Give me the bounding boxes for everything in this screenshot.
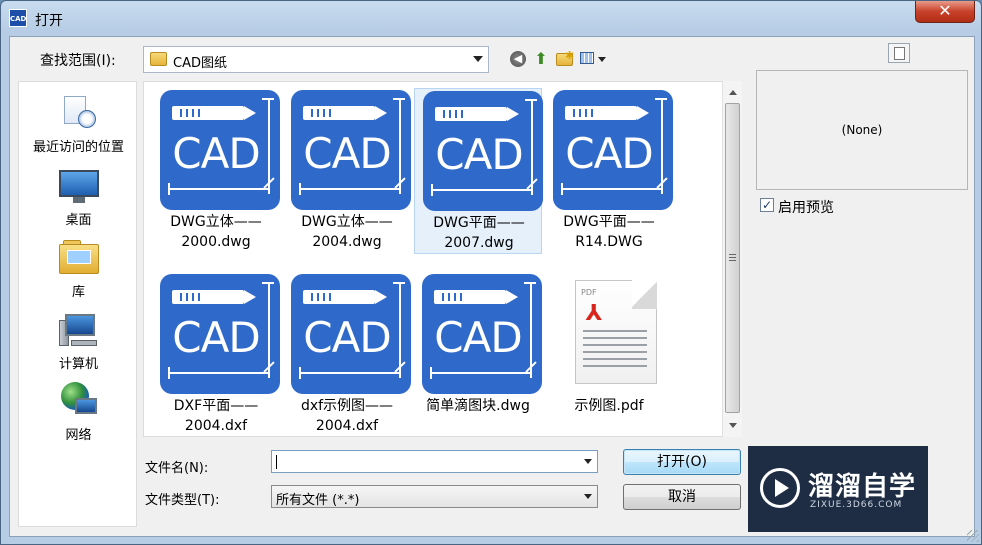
file-name: 简单滴图块.dwg [426, 398, 530, 414]
place-label: 库 [71, 285, 85, 300]
place-label: 最近访问的位置 [32, 140, 124, 155]
title-bar[interactable]: CAD 打开 ✕ [1, 1, 981, 35]
preview-none-text: (None) [841, 123, 883, 137]
look-in-value: CAD图纸 [173, 56, 227, 71]
libraries-icon [58, 240, 99, 276]
file-item[interactable]: CAD dxf示例图—— 2004.dxf [283, 272, 411, 438]
file-list-scrollbar[interactable] [722, 81, 742, 437]
play-logo-icon [760, 468, 800, 508]
watermark-title: 溜溜自学 [808, 472, 917, 502]
look-in-dropdown[interactable]: CAD图纸 [143, 46, 489, 73]
scroll-up-arrow-icon[interactable] [729, 90, 737, 95]
text-caret [276, 455, 277, 469]
file-item[interactable]: CAD DWG平面—— R14.DWG [545, 88, 673, 254]
watermark-logo: 溜溜自学 ZIXUE.3D66.COM [748, 446, 928, 532]
cancel-button[interactable]: 取消 [623, 484, 741, 510]
watermark-subtitle: ZIXUE.3D66.COM [810, 500, 903, 510]
place-label: 网络 [65, 428, 92, 443]
file-name-dropdown-icon[interactable] [584, 459, 592, 464]
view-grid-icon [580, 52, 594, 64]
scroll-thumb[interactable] [725, 103, 740, 413]
scroll-down-arrow-icon[interactable] [729, 423, 737, 428]
checkbox-checked-icon[interactable]: ✓ [760, 198, 774, 212]
place-desktop[interactable]: 桌面 [19, 170, 138, 228]
file-name: DWG立体—— 2004.dwg [301, 214, 393, 250]
file-name: DWG平面—— R14.DWG [563, 214, 655, 250]
preview-icon[interactable] [888, 43, 910, 63]
places-bar: 最近访问的位置 桌面 库 计算机 网络 [18, 81, 137, 527]
pdf-file-icon: PDF ⅄ [575, 280, 657, 384]
file-name: DWG立体—— 2000.dwg [170, 214, 262, 250]
open-button[interactable]: 打开(O) [623, 449, 741, 475]
file-list[interactable]: CAD DWG立体—— 2000.dwg CAD DWG立体—— 2004.dw… [143, 81, 742, 437]
file-name: DXF平面—— 2004.dxf [173, 398, 259, 434]
chevron-down-icon[interactable] [473, 56, 483, 62]
place-recent[interactable]: 最近访问的位置 [19, 96, 138, 155]
file-name: dxf示例图—— 2004.dxf [300, 398, 394, 434]
cad-file-icon: CAD [422, 274, 542, 394]
new-folder-star: ✱ [565, 49, 575, 62]
place-network[interactable]: 网络 [19, 382, 138, 443]
cad-file-icon: CAD [291, 90, 411, 210]
place-label: 桌面 [65, 213, 92, 228]
place-label: 计算机 [58, 357, 98, 372]
file-type-dropdown[interactable]: 所有文件 (*.*) [271, 485, 598, 508]
file-item-selected[interactable]: CAD DWG平面—— 2007.dwg [414, 88, 543, 254]
new-folder-icon[interactable]: ✱ [555, 49, 575, 69]
window-title: 打开 [35, 13, 63, 29]
back-arrow-icon[interactable]: ◀ [510, 51, 526, 67]
file-item[interactable]: CAD DWG立体—— 2000.dwg [152, 88, 280, 254]
cad-file-icon: CAD [160, 274, 280, 394]
chevron-down-icon[interactable] [584, 494, 592, 499]
file-type-value: 所有文件 (*.*) [276, 493, 360, 508]
up-folder-icon[interactable]: ⬆ [532, 49, 550, 69]
view-menu-icon[interactable] [580, 49, 608, 69]
cad-file-icon: CAD [160, 90, 280, 210]
close-button[interactable]: ✕ [915, 1, 975, 23]
file-item[interactable]: CAD 简单滴图块.dwg [414, 272, 542, 438]
folder-icon [150, 52, 167, 66]
preview-pane: (None) [756, 70, 968, 190]
cad-file-icon: CAD [553, 90, 673, 210]
look-in-label: 查找范围(I): [40, 53, 116, 69]
file-name: 示例图.pdf [574, 398, 644, 414]
file-item[interactable]: CAD DWG立体—— 2004.dwg [283, 88, 411, 254]
network-icon [59, 382, 99, 420]
file-item[interactable]: CAD DXF平面—— 2004.dxf [152, 272, 280, 438]
file-name-input[interactable] [271, 450, 598, 473]
adobe-acrobat-icon: ⅄ [585, 301, 603, 326]
desktop-icon [58, 170, 99, 204]
cad-file-icon: CAD [291, 274, 411, 394]
file-type-label: 文件类型(T): [145, 493, 220, 508]
cad-file-icon: CAD [423, 91, 543, 211]
file-item[interactable]: PDF ⅄ 示例图.pdf [545, 272, 673, 438]
file-name-label: 文件名(N): [145, 461, 209, 476]
open-dialog-window: CAD 打开 ✕ 查找范围(I): CAD图纸 ◀ ⬆ ✱ 最近访问的位置 桌面… [0, 0, 982, 545]
scroll-grip-icon [729, 254, 736, 261]
resize-grip-icon[interactable] [967, 530, 979, 542]
enable-preview-label: 启用预览 [778, 200, 834, 216]
computer-icon [58, 312, 99, 348]
place-libraries[interactable]: 库 [19, 240, 138, 300]
file-name: DWG平面—— 2007.dwg [433, 215, 525, 251]
app-cad-icon: CAD [9, 9, 27, 27]
view-chevron-down-icon [598, 57, 606, 62]
place-computer[interactable]: 计算机 [19, 312, 138, 372]
recent-places-icon [60, 96, 98, 132]
